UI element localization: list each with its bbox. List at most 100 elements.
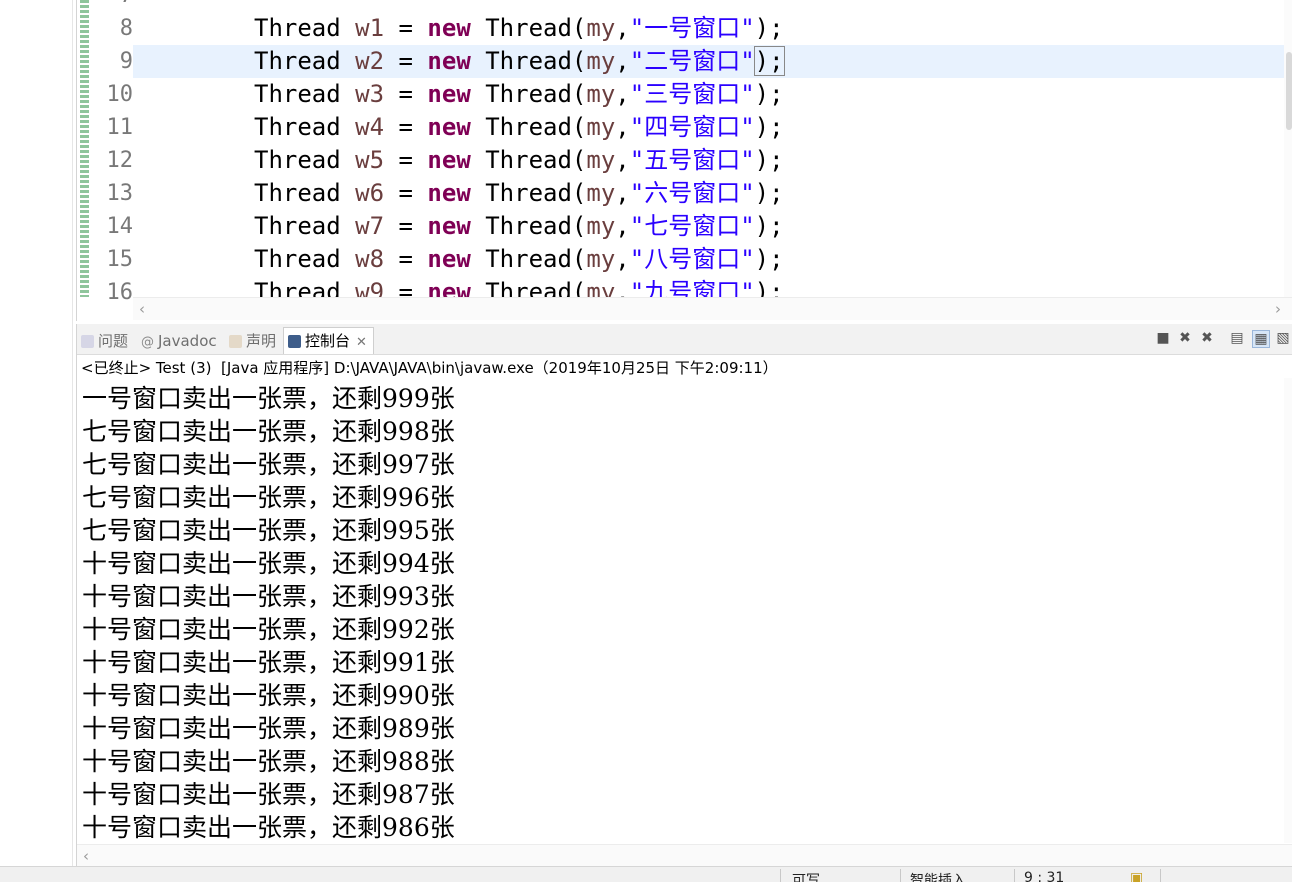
code-text-area[interactable]: Thread w1 = new Thread(my,"一号窗口"); Threa…	[133, 0, 1289, 297]
code-token-end: );	[754, 113, 784, 141]
code-line[interactable]: Thread w9 = new Thread(my,"九号窗口");	[254, 276, 784, 297]
code-token-string: "二号窗口"	[629, 47, 755, 75]
line-number: 9	[119, 49, 133, 74]
tab-declaration[interactable]: 声明	[229, 328, 276, 354]
editor-horizontal-scrollbar[interactable]: ‹ ›	[133, 297, 1292, 320]
tab-label: 声明	[246, 332, 277, 350]
line-number: 12	[106, 148, 134, 173]
display-selected-console-icon[interactable]: ▧	[1275, 330, 1291, 346]
code-token-keyword: new	[427, 212, 471, 240]
problems-icon	[81, 335, 94, 348]
console-output-line: 十号窗口卖出一张票，还剩990张	[82, 681, 455, 710]
code-token-constructor: Thread(	[485, 212, 587, 240]
code-token-string: "三号窗口"	[629, 80, 755, 108]
code-token-argument: my	[586, 245, 616, 273]
code-token-type: Thread	[254, 245, 341, 273]
code-token-comma: ,	[615, 47, 630, 75]
code-editor[interactable]: 7 8 9 10 11 12 13 14 15 16 Thread w1 = n…	[76, 0, 1292, 321]
tab-label: 控制台	[305, 332, 351, 350]
code-line[interactable]: Thread w3 = new Thread(my,"三号窗口");	[254, 78, 784, 111]
code-token-keyword: new	[427, 113, 471, 141]
code-token-end: );	[754, 245, 784, 273]
console-output-line: 十号窗口卖出一张票，还剩992张	[82, 615, 455, 644]
code-token-constructor: Thread(	[485, 245, 587, 273]
remove-launch-icon[interactable]: ✖	[1177, 330, 1193, 346]
at-sign-icon: @	[141, 335, 154, 350]
console-output-line: 十号窗口卖出一张票，还剩993张	[82, 582, 455, 611]
tab-javadoc[interactable]: @ Javadoc	[141, 328, 217, 354]
code-line[interactable]: Thread w7 = new Thread(my,"七号窗口");	[254, 210, 784, 243]
code-token-string: "四号窗口"	[629, 113, 755, 141]
scroll-right-icon[interactable]: ›	[1275, 300, 1281, 318]
console-output-line: 十号窗口卖出一张票，还剩991张	[82, 648, 455, 677]
code-token-comma: ,	[615, 14, 630, 42]
console-view: 问题 @ Javadoc 声明 控制台 ✕ ■ ✖ ✖ ▤ ▦ ▧ <已终止> Te…	[76, 324, 1292, 867]
code-token-argument: my	[586, 179, 616, 207]
remove-all-terminated-icon[interactable]: ✖	[1199, 330, 1215, 346]
code-token-type: Thread	[254, 278, 341, 297]
console-output-line: 十号窗口卖出一张票，还剩989张	[82, 714, 455, 743]
code-line[interactable]: Thread w1 = new Thread(my,"一号窗口");	[254, 12, 784, 45]
tab-problems[interactable]: 问题	[81, 328, 128, 354]
close-icon[interactable]: ✕	[356, 335, 367, 350]
console-horizontal-scrollbar[interactable]: ‹	[77, 844, 1292, 867]
scroll-lock-icon[interactable]: ▤	[1229, 330, 1245, 346]
code-token-end: );	[754, 146, 784, 174]
status-cursor-position: 9 : 31	[1024, 870, 1065, 882]
code-token-constructor: Thread(	[485, 80, 587, 108]
pin-console-icon[interactable]: ▦	[1252, 330, 1270, 348]
console-icon	[288, 335, 301, 348]
scrollbar-thumb[interactable]	[1286, 52, 1292, 130]
code-token-operator: =	[384, 179, 428, 207]
status-separator	[1014, 869, 1015, 882]
code-line[interactable]: Thread w8 = new Thread(my,"八号窗口");	[254, 243, 784, 276]
code-token-argument: my	[586, 278, 616, 297]
code-token-variable: w9	[355, 278, 385, 297]
scroll-left-icon[interactable]: ‹	[83, 847, 89, 865]
line-number: 15	[106, 247, 134, 272]
console-output[interactable]: 一号窗口卖出一张票，还剩999张 七号窗口卖出一张票，还剩998张 七号窗口卖出…	[82, 382, 455, 844]
code-token-variable: w5	[355, 146, 385, 174]
line-number: 10	[106, 82, 134, 107]
code-line[interactable]: Thread w6 = new Thread(my,"六号窗口");	[254, 177, 784, 210]
code-token-variable: w4	[355, 113, 385, 141]
code-token-type: Thread	[254, 113, 341, 141]
code-token-variable: w1	[355, 14, 385, 42]
scroll-left-icon[interactable]: ‹	[139, 300, 145, 318]
code-token-string: "八号窗口"	[629, 245, 755, 273]
tab-console[interactable]: 控制台 ✕	[283, 327, 374, 354]
code-token-end: );	[754, 212, 784, 240]
code-token-end: );	[754, 14, 784, 42]
console-process-status: <已终止> Test (3) [Java 应用程序] D:\JAVA\JAVA\…	[81, 359, 778, 377]
code-token-variable: w2	[355, 47, 385, 75]
tab-label: Javadoc	[158, 332, 217, 350]
line-number: 8	[119, 16, 133, 41]
console-output-line: 十号窗口卖出一张票，还剩994张	[82, 549, 455, 578]
terminate-icon[interactable]: ■	[1155, 330, 1171, 346]
status-bar: 可写 智能插入 9 : 31 ▣	[0, 866, 1292, 882]
code-token-string: "五号窗口"	[629, 146, 755, 174]
code-token-string: "一号窗口"	[629, 14, 755, 42]
code-token-end-matched-bracket: );	[753, 46, 785, 76]
code-token-comma: ,	[615, 245, 630, 273]
console-output-line: 七号窗口卖出一张票，还剩995张	[82, 516, 455, 545]
view-tab-bar: 问题 @ Javadoc 声明 控制台 ✕ ■ ✖ ✖ ▤ ▦ ▧	[77, 324, 1292, 355]
code-token-argument: my	[586, 14, 616, 42]
console-vertical-scrollbar[interactable]	[1284, 378, 1292, 843]
code-token-variable: w6	[355, 179, 385, 207]
console-output-line: 十号窗口卖出一张票，还剩988张	[82, 747, 455, 776]
code-token-operator: =	[384, 278, 428, 297]
status-separator	[1160, 869, 1161, 882]
console-output-line: 七号窗口卖出一张票，还剩998张	[82, 417, 455, 446]
code-token-variable: w7	[355, 212, 385, 240]
code-token-keyword: new	[427, 47, 471, 75]
status-separator	[780, 869, 781, 882]
code-token-keyword: new	[427, 179, 471, 207]
code-line[interactable]: Thread w5 = new Thread(my,"五号窗口");	[254, 144, 784, 177]
code-line[interactable]: Thread w4 = new Thread(my,"四号窗口");	[254, 111, 784, 144]
console-output-line: 十号窗口卖出一张票，还剩987张	[82, 780, 455, 809]
code-token-comma: ,	[615, 146, 630, 174]
change-marker-strip	[80, 0, 89, 297]
editor-vertical-scrollbar[interactable]	[1284, 0, 1292, 297]
code-line-current[interactable]: Thread w2 = new Thread(my,"二号窗口");	[254, 45, 785, 78]
